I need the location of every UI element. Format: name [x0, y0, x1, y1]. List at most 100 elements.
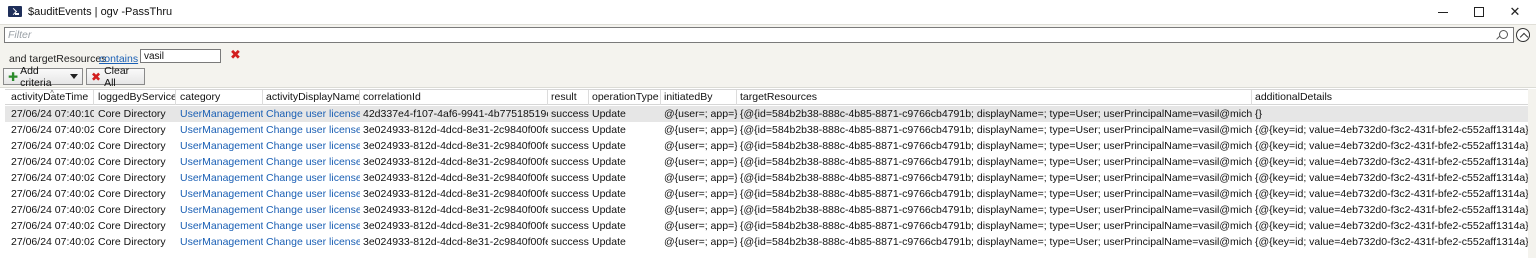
cell-category: UserManagement — [180, 108, 263, 120]
cell-operationtype: Update — [592, 220, 626, 232]
criteria-operator-link[interactable]: contains — [99, 53, 138, 65]
cell-operationtype: Update — [592, 124, 626, 136]
cell-initiatedby: @{user=; app=} — [664, 140, 737, 152]
cell-result: success — [551, 108, 589, 120]
table-row[interactable]: 27/06/24 07:40:02 Core Directory UserManag… — [5, 170, 1536, 186]
cell-initiatedby: @{user=; app=} — [664, 204, 737, 216]
cell-activitydisplayname: Change user license — [266, 204, 360, 216]
cell-category: UserManagement — [180, 220, 263, 232]
cell-activitydisplayname: Change user license — [266, 172, 360, 184]
column-header-additionaldetails[interactable]: additionalDetails — [1252, 90, 1536, 105]
table-row[interactable]: 27/06/24 07:40:02 Core Directory UserManag… — [5, 202, 1536, 218]
cell-category: UserManagement — [180, 204, 263, 216]
minimize-icon — [1438, 11, 1448, 13]
cell-activitydatetime: 27/06/24 07:40:02 — [11, 188, 94, 200]
cell-correlationid: 3e024933-812d-4dcd-8e31-2c9840f00fe0 — [363, 220, 548, 232]
cell-activitydisplayname: Change user license — [266, 188, 360, 200]
cell-targetresources: {@{id=584b2b38-888c-4b85-8871-c9766cb479… — [740, 236, 1252, 248]
cell-activitydisplayname: Change user license — [266, 140, 360, 152]
column-header-result[interactable]: result — [548, 90, 589, 105]
cell-result: success — [551, 236, 589, 248]
table-row[interactable]: 27/06/24 07:40:02 Core Directory UserManag… — [5, 122, 1536, 138]
table-row[interactable]: 27/06/24 07:40:02 Core Directory UserManag… — [5, 138, 1536, 154]
cell-operationtype: Update — [592, 204, 626, 216]
search-icon[interactable] — [1499, 30, 1508, 39]
collapse-criteria-icon[interactable] — [1516, 28, 1530, 42]
cell-result: success — [551, 220, 589, 232]
add-criteria-button[interactable]: ✚ Add criteria — [3, 65, 83, 89]
cell-activitydatetime: 27/06/24 07:40:02 — [11, 140, 94, 152]
cell-additionaldetails: {@{key=id; value=4eb732d0-f3c2-431f-bfe2… — [1255, 124, 1536, 136]
cell-loggedbyservice: Core Directory — [98, 172, 166, 184]
cell-category: UserManagement — [180, 124, 263, 136]
column-header-targetresources[interactable]: targetResources — [737, 90, 1252, 105]
cell-targetresources: {@{id=584b2b38-888c-4b85-8871-c9766cb479… — [740, 172, 1252, 184]
cell-additionaldetails: {@{key=id; value=4eb732d0-f3c2-431f-bfe2… — [1255, 156, 1536, 168]
column-header-correlationid[interactable]: correlationId — [360, 90, 548, 105]
cell-loggedbyservice: Core Directory — [98, 204, 166, 216]
cell-initiatedby: @{user=; app=} — [664, 156, 737, 168]
column-header-operationtype[interactable]: operationType — [589, 90, 661, 105]
cell-result: success — [551, 172, 589, 184]
cell-targetresources: {@{id=584b2b38-888c-4b85-8871-c9766cb479… — [740, 108, 1252, 120]
add-criteria-label: Add criteria — [20, 64, 52, 89]
cell-correlationid: 3e024933-812d-4dcd-8e31-2c9840f00fe0 — [363, 188, 548, 200]
minimize-button[interactable] — [1425, 0, 1461, 24]
cell-initiatedby: @{user=; app=} — [664, 124, 737, 136]
window-title: $auditEvents | ogv -PassThru — [28, 6, 173, 18]
cell-result: success — [551, 204, 589, 216]
cell-loggedbyservice: Core Directory — [98, 220, 166, 232]
cell-activitydatetime: 27/06/24 07:40:02 — [11, 220, 94, 232]
cell-activitydisplayname: Change user license — [266, 236, 360, 248]
column-header-category[interactable]: category — [177, 90, 263, 105]
cell-activitydisplayname: Change user license — [266, 156, 360, 168]
cell-category: UserManagement — [180, 156, 263, 168]
table-row[interactable]: 27/06/24 07:40:10 Core Directory UserManag… — [5, 106, 1536, 122]
clear-all-button[interactable]: ✖ Clear All — [86, 65, 145, 89]
title-bar[interactable]: $auditEvents | ogv -PassThru ✕ — [0, 0, 1536, 24]
close-button[interactable]: ✕ — [1497, 0, 1533, 24]
table-row[interactable]: 27/06/24 07:40:02 Core Directory UserManag… — [5, 218, 1536, 234]
cell-operationtype: Update — [592, 156, 626, 168]
cell-targetresources: {@{id=584b2b38-888c-4b85-8871-c9766cb479… — [740, 156, 1252, 168]
cell-additionaldetails: {@{key=id; value=4eb732d0-f3c2-431f-bfe2… — [1255, 236, 1536, 248]
cell-operationtype: Update — [592, 108, 626, 120]
clear-icon: ✖ — [91, 69, 102, 84]
cell-category: UserManagement — [180, 236, 263, 248]
filter-input[interactable] — [4, 27, 1514, 43]
results-grid: ˄ activityDateTime loggedByService categ… — [5, 89, 1536, 258]
cell-loggedbyservice: Core Directory — [98, 124, 166, 136]
powershell-icon — [8, 6, 22, 17]
cell-initiatedby: @{user=; app=} — [664, 188, 737, 200]
cell-correlationid: 42d337e4-f107-4af6-9941-4b77518519c5 — [363, 108, 548, 120]
cell-correlationid: 3e024933-812d-4dcd-8e31-2c9840f00fe0 — [363, 156, 548, 168]
cell-activitydatetime: 27/06/24 07:40:02 — [11, 236, 94, 248]
cell-loggedbyservice: Core Directory — [98, 236, 166, 248]
cell-category: UserManagement — [180, 140, 263, 152]
cell-operationtype: Update — [592, 140, 626, 152]
criteria-value-input[interactable] — [140, 49, 221, 63]
table-row[interactable]: 27/06/24 07:40:02 Core Directory UserManag… — [5, 154, 1536, 170]
cell-correlationid: 3e024933-812d-4dcd-8e31-2c9840f00fe0 — [363, 204, 548, 216]
cell-initiatedby: @{user=; app=} — [664, 236, 737, 248]
cell-correlationid: 3e024933-812d-4dcd-8e31-2c9840f00fe0 — [363, 236, 548, 248]
cell-activitydatetime: 27/06/24 07:40:10 — [11, 108, 94, 120]
column-header-loggedbyservice[interactable]: loggedByService — [95, 90, 176, 105]
cell-additionaldetails: {@{key=id; value=4eb732d0-f3c2-431f-bfe2… — [1255, 188, 1536, 200]
remove-criteria-icon[interactable]: ✖ — [230, 48, 241, 62]
maximize-button[interactable] — [1461, 0, 1497, 24]
grid-right-edge — [1528, 89, 1536, 258]
cell-additionaldetails: {@{key=id; value=4eb732d0-f3c2-431f-bfe2… — [1255, 172, 1536, 184]
cell-result: success — [551, 124, 589, 136]
maximize-icon — [1474, 7, 1484, 17]
cell-additionaldetails: {@{key=id; value=4eb732d0-f3c2-431f-bfe2… — [1255, 204, 1536, 216]
column-header-activitydatetime[interactable]: ˄ activityDateTime — [8, 90, 94, 105]
plus-icon: ✚ — [8, 69, 19, 84]
column-header-initiatedby[interactable]: initiatedBy — [661, 90, 737, 105]
cell-correlationid: 3e024933-812d-4dcd-8e31-2c9840f00fe0 — [363, 172, 548, 184]
cell-loggedbyservice: Core Directory — [98, 108, 166, 120]
column-header-activitydisplayname[interactable]: activityDisplayName — [263, 90, 360, 105]
cell-activitydatetime: 27/06/24 07:40:02 — [11, 156, 94, 168]
table-row[interactable]: 27/06/24 07:40:02 Core Directory UserManag… — [5, 234, 1536, 250]
table-row[interactable]: 27/06/24 07:40:02 Core Directory UserManag… — [5, 186, 1536, 202]
